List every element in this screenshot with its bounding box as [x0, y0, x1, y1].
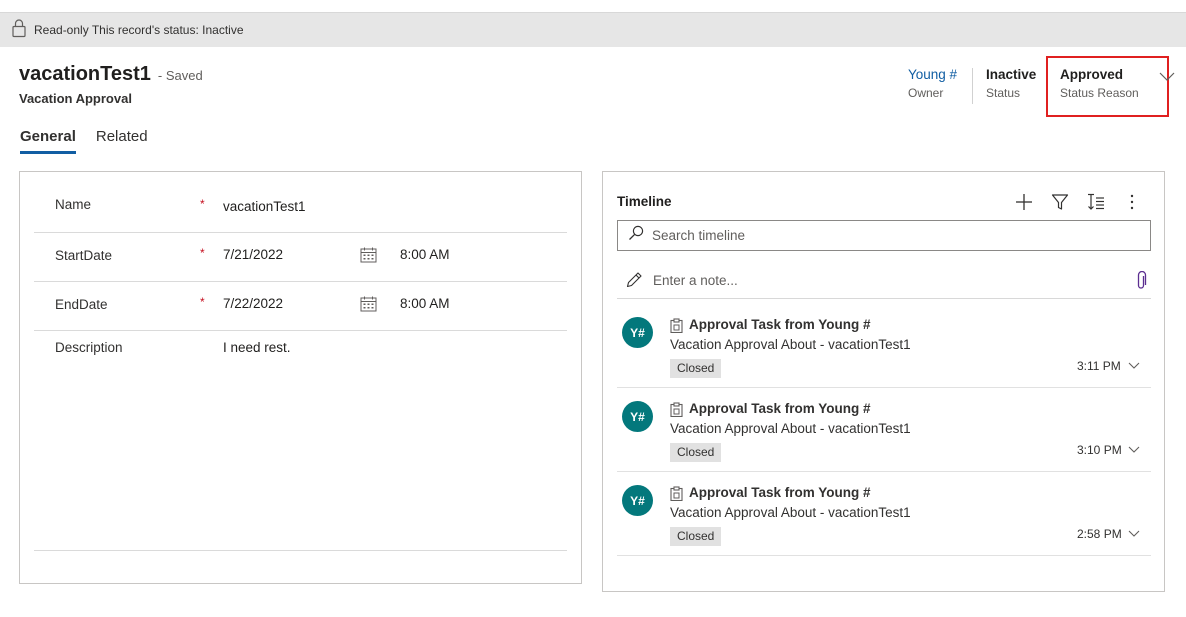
header-status-reason-field[interactable]: Approved Status Reason — [1060, 67, 1139, 100]
owner-label: Owner — [908, 86, 944, 100]
record-title: vacationTest1 - Saved — [19, 63, 203, 86]
required-marker: * — [200, 295, 205, 309]
entry-title[interactable]: Approval Task from Young # — [689, 317, 871, 332]
chevron-down-icon[interactable] — [1128, 525, 1140, 537]
timeline-search-box[interactable] — [617, 220, 1151, 251]
calendar-icon[interactable] — [360, 247, 377, 263]
timeline-entry[interactable]: Y# Approval Task from Young # Vacation A… — [617, 304, 1151, 388]
entry-time: 3:10 PM — [1077, 443, 1122, 457]
description-row: Description I need rest. — [34, 331, 567, 551]
lock-icon — [10, 18, 28, 43]
top-strip — [0, 0, 1186, 13]
paperclip-icon[interactable] — [1135, 270, 1147, 291]
avatar: Y# — [622, 401, 653, 432]
record-name: vacationTest1 — [19, 63, 151, 85]
entry-description: Vacation Approval About - vacationTest1 — [670, 337, 911, 352]
status-reason-value: Approved — [1060, 67, 1124, 82]
entry-description: Vacation Approval About - vacationTest1 — [670, 505, 911, 520]
status-label: Status — [986, 86, 1021, 100]
status-badge: Closed — [670, 527, 722, 546]
startdate-time[interactable]: 8:00 AM — [400, 247, 450, 262]
sort-icon[interactable] — [1086, 192, 1106, 212]
timeline-search-input[interactable] — [652, 228, 1132, 243]
required-marker: * — [200, 197, 205, 211]
enddate-date[interactable]: 7/22/2022 — [223, 296, 283, 311]
record-entity-name: Vacation Approval — [19, 91, 132, 106]
timeline-entry[interactable]: Y# Approval Task from Young # Vacation A… — [617, 472, 1151, 556]
entry-time: 2:58 PM — [1077, 527, 1122, 541]
status-reason-label: Status Reason — [1060, 86, 1139, 100]
plus-icon[interactable] — [1014, 192, 1034, 212]
general-section: Name * vacationTest1 StartDate * 7/21/20… — [19, 171, 582, 584]
entry-time: 3:11 PM — [1077, 359, 1121, 373]
task-icon — [670, 402, 683, 418]
timeline-title: Timeline — [617, 194, 672, 209]
startdate-date[interactable]: 7/21/2022 — [223, 247, 283, 262]
status-badge: Closed — [670, 443, 722, 462]
chevron-down-icon[interactable] — [1128, 357, 1140, 369]
name-value[interactable]: vacationTest1 — [223, 199, 306, 214]
chevron-down-icon[interactable] — [1158, 70, 1176, 82]
task-icon — [670, 318, 683, 334]
header-divider — [972, 68, 973, 104]
search-icon — [628, 225, 644, 246]
enddate-label: EndDate — [55, 297, 108, 312]
required-marker: * — [200, 246, 205, 260]
entry-title[interactable]: Approval Task from Young # — [689, 401, 871, 416]
readonly-notification-bar: Read-only This record's status: Inactive — [0, 13, 1186, 47]
description-label: Description — [55, 340, 123, 355]
entry-description: Vacation Approval About - vacationTest1 — [670, 421, 911, 436]
name-label: Name — [55, 197, 92, 212]
description-value[interactable]: I need rest. — [223, 340, 291, 355]
timeline-panel: Timeline Enter a note... Y# Approval Tas… — [602, 171, 1165, 592]
entry-title[interactable]: Approval Task from Young # — [689, 485, 871, 500]
enddate-row: EndDate * 7/22/2022 8:00 AM — [34, 282, 567, 331]
timeline-note-composer[interactable]: Enter a note... — [617, 262, 1151, 299]
pencil-icon — [625, 271, 643, 289]
readonly-message: Read-only This record's status: Inactive — [34, 23, 244, 37]
avatar: Y# — [622, 485, 653, 516]
task-icon — [670, 486, 683, 502]
startdate-row: StartDate * 7/21/2022 8:00 AM — [34, 233, 567, 282]
more-icon[interactable] — [1122, 192, 1142, 212]
filter-icon[interactable] — [1050, 192, 1070, 212]
avatar: Y# — [622, 317, 653, 348]
form-tabs: General Related — [20, 128, 168, 154]
status-value: Inactive — [986, 67, 1037, 82]
owner-value[interactable]: Young # — [908, 67, 957, 82]
calendar-icon[interactable] — [360, 296, 377, 312]
header-status-field: Inactive Status — [986, 67, 1036, 100]
name-row: Name * vacationTest1 — [34, 182, 567, 233]
header-owner-field[interactable]: Young # Owner — [908, 67, 957, 100]
save-state: - Saved — [157, 68, 203, 83]
timeline-entry[interactable]: Y# Approval Task from Young # Vacation A… — [617, 388, 1151, 472]
tab-related[interactable]: Related — [96, 128, 148, 154]
note-placeholder[interactable]: Enter a note... — [653, 273, 738, 288]
enddate-time[interactable]: 8:00 AM — [400, 296, 450, 311]
chevron-down-icon[interactable] — [1128, 441, 1140, 453]
status-badge: Closed — [670, 359, 722, 378]
startdate-label: StartDate — [55, 248, 113, 263]
tab-general[interactable]: General — [20, 128, 76, 154]
